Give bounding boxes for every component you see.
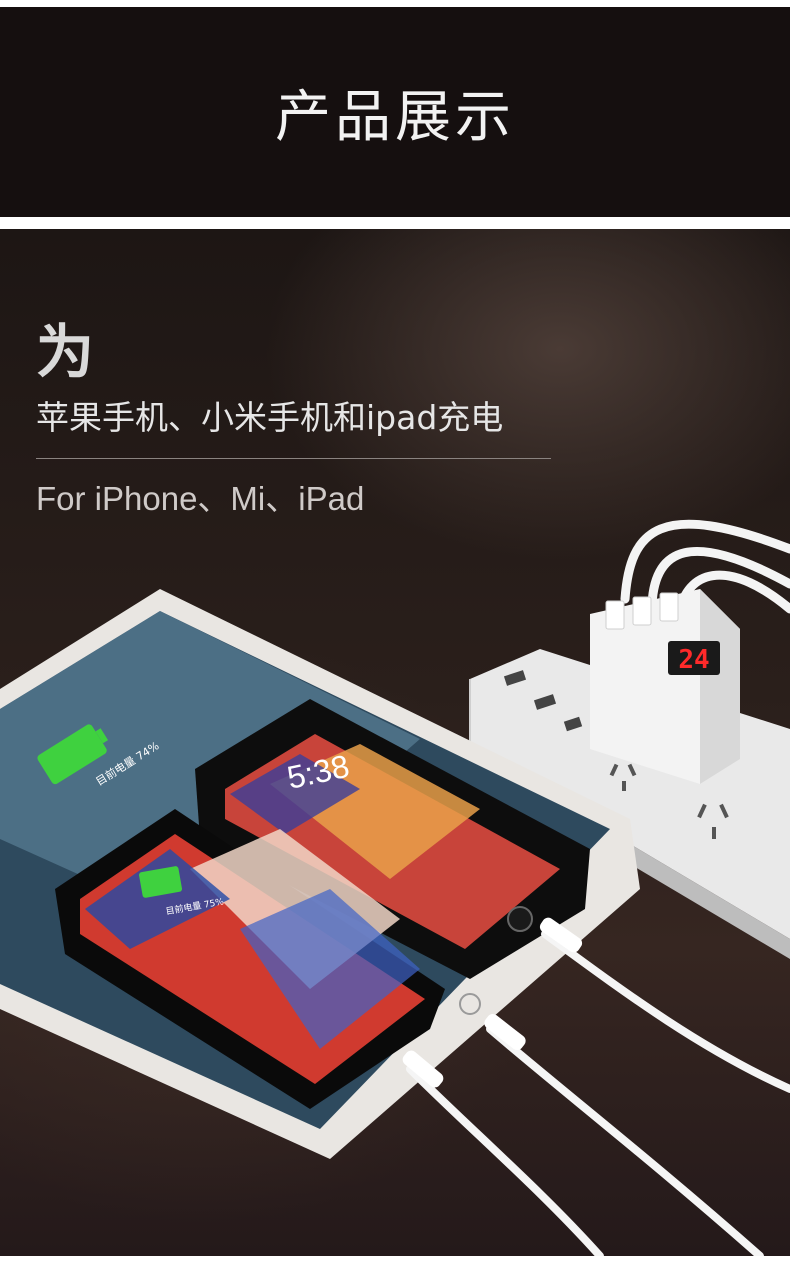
header-band: 产品展示 — [0, 7, 790, 217]
product-scene: 24 目前电量 74% 5:38 目前电量 75% — [0, 519, 790, 1256]
headline-english: For iPhone、Mi、iPad — [36, 480, 365, 517]
headline-char: 为 — [36, 318, 95, 386]
page-title: 产品展示 — [275, 84, 515, 150]
phone-home-button — [507, 906, 533, 932]
headline-divider — [36, 458, 551, 459]
usb-charger: 24 — [590, 589, 740, 784]
charger-cables — [620, 519, 790, 614]
product-photo: 24 目前电量 74% 5:38 目前电量 75% 为 苹果手机、小米手机和ip… — [0, 229, 790, 1256]
charger-display-value: 24 — [678, 645, 709, 675]
headline-subtitle: 苹果手机、小米手机和ipad充电 — [36, 398, 504, 437]
